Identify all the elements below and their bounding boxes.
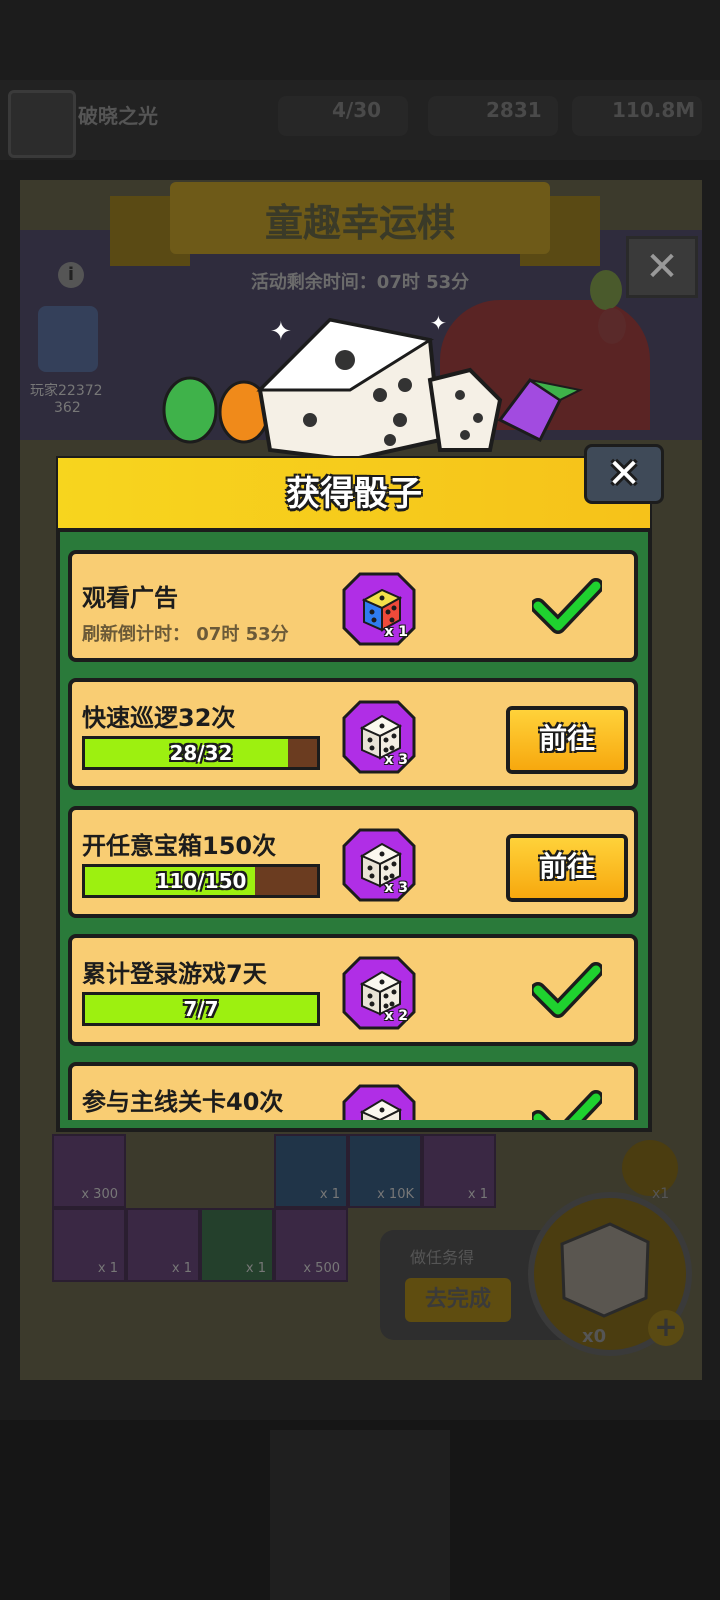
reward-quantity: x 2	[384, 1008, 408, 1024]
reward-cell: x 1	[422, 1134, 496, 1208]
reward-white-dice: x 3	[342, 828, 416, 902]
svg-text:✦: ✦	[270, 317, 292, 347]
reward-color-dice: x 1	[342, 572, 416, 646]
player-score: 362	[54, 400, 81, 416]
go-button[interactable]: 前往	[506, 706, 628, 774]
reward-cell: x 10K	[348, 1134, 422, 1208]
white-dice-icon	[342, 1084, 416, 1120]
close-icon: ✕	[607, 451, 641, 497]
progress-text: 7/7	[183, 997, 219, 1021]
go-complete-button[interactable]: 去完成	[405, 1278, 511, 1322]
task-list[interactable]: 观看广告 刷新倒计时： 07时 53分 x 1 快速巡逻32次 28/32 x …	[62, 536, 646, 1120]
svg-text:✦: ✦	[430, 311, 447, 335]
progress-bar: 28/32	[82, 736, 320, 770]
reward-cell: x 1	[200, 1208, 274, 1282]
player-label: 玩家22372	[30, 383, 103, 399]
add-dice-button[interactable]: +	[648, 1310, 684, 1346]
task-title: 参与主线关卡40次	[82, 1088, 284, 1116]
progress-text: 110/150	[155, 869, 247, 893]
task-card-patrol: 快速巡逻32次 28/32 x 3 前往	[68, 678, 638, 790]
task-title: 累计登录游戏7天	[82, 960, 267, 988]
task-card-login: 累计登录游戏7天 7/7 x 2	[68, 934, 638, 1046]
dice-decoration: ✦ ✦	[162, 311, 584, 460]
task-label: 做任务得	[410, 1248, 475, 1267]
info-icon[interactable]: i	[58, 262, 84, 288]
nav-center-button[interactable]	[270, 1430, 450, 1600]
gem-value: 2831	[486, 98, 542, 122]
balloon-icon	[598, 308, 626, 344]
player-avatar	[8, 90, 76, 158]
reward-cell: x 300	[52, 1134, 126, 1208]
check-icon	[532, 1090, 602, 1120]
go-button[interactable]: 前往	[506, 834, 628, 902]
reward-quantity: x 3	[384, 752, 408, 768]
reward-white-dice	[342, 1084, 416, 1120]
task-card-watch-ad: 观看广告 刷新倒计时： 07时 53分 x 1	[68, 550, 638, 662]
check-icon	[532, 578, 602, 634]
reward-cell: x 1	[52, 1208, 126, 1282]
modal-title: 获得骰子	[286, 474, 422, 514]
reward-cell: x 1	[274, 1134, 348, 1208]
coin-value: 110.8M	[612, 98, 696, 122]
progress-text: 28/32	[169, 741, 233, 765]
refresh-countdown: 刷新倒计时： 07时 53分	[82, 624, 289, 645]
task-title: 快速巡逻32次	[82, 704, 236, 732]
background-close-button[interactable]: ✕	[626, 236, 698, 298]
event-title: 童趣幸运棋	[264, 201, 455, 245]
task-card-main-stage: 参与主线关卡40次	[68, 1062, 638, 1120]
reward-quantity: x 3	[384, 880, 408, 896]
dice-count: x0	[582, 1326, 607, 1347]
player-name: 破晓之光	[78, 104, 158, 128]
close-icon: ✕	[645, 244, 679, 290]
reward-white-dice: x 3	[342, 700, 416, 774]
progress-bar: 7/7	[82, 992, 320, 1026]
event-timer: 活动剩余时间：07时 53分	[250, 272, 470, 293]
reward-cell: x 1	[126, 1208, 200, 1282]
task-card-open-chest: 开任意宝箱150次 110/150 x 3 前往	[68, 806, 638, 918]
task-title: 观看广告	[82, 584, 178, 612]
modal-close-button[interactable]: ✕	[584, 444, 664, 504]
task-title: 开任意宝箱150次	[82, 832, 277, 860]
player-token	[38, 306, 98, 372]
reward-cell: x 500	[274, 1208, 348, 1282]
reward-quantity: x 1	[384, 624, 408, 640]
reward-white-dice: x 2	[342, 956, 416, 1030]
small-dice-button[interactable]	[622, 1140, 678, 1196]
progress-bar: 110/150	[82, 864, 320, 898]
check-icon	[532, 962, 602, 1018]
energy-value: 4/30	[332, 98, 382, 122]
